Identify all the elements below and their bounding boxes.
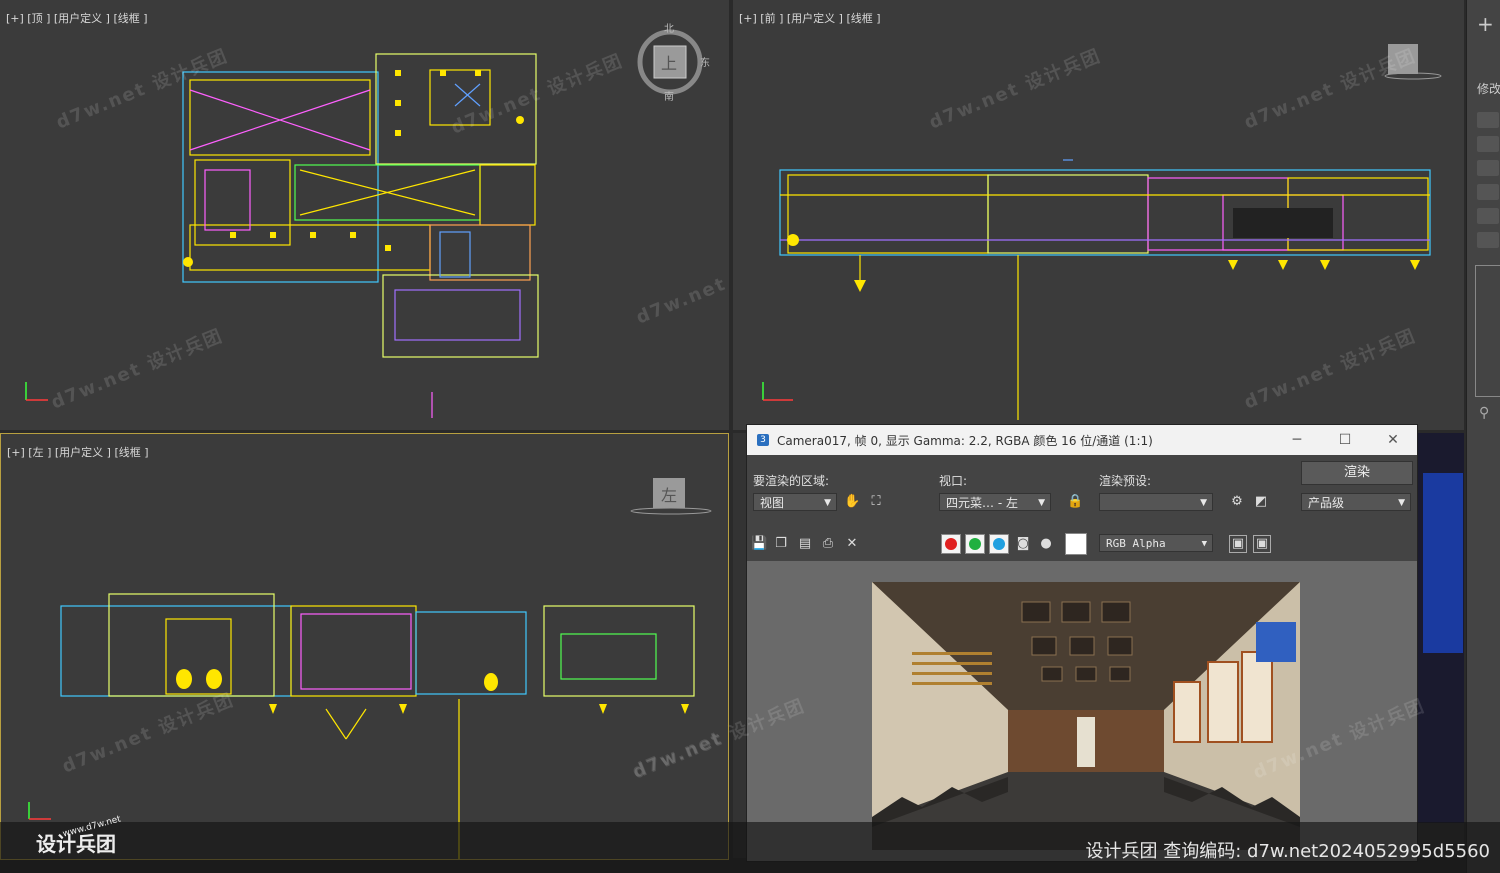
app-icon: 3: [757, 434, 769, 446]
viewport-value: 四元菜… - 左: [946, 496, 1018, 510]
area-dropdown[interactable]: 视图 ▼: [753, 493, 837, 511]
chevron-down-icon: ▼: [1038, 498, 1045, 508]
compass-north[interactable]: 北: [664, 20, 674, 35]
chevron-down-icon: ▼: [824, 498, 831, 508]
red-channel-toggle[interactable]: [941, 534, 961, 554]
close-icon[interactable]: ✕: [1369, 432, 1417, 448]
modify-tab[interactable]: 修改: [1477, 80, 1500, 97]
rendered-hall-image: [872, 582, 1300, 850]
viewport-left[interactable]: [+] [左 ] [用户定义 ] [线框 ] 左 d7w.net 设计兵团 d7…: [0, 433, 729, 860]
chevron-down-icon: ▼: [1398, 498, 1405, 508]
channel-value: RGB Alpha: [1106, 537, 1166, 550]
render-area[interactable]: [747, 561, 1417, 861]
footer-code-text: 设计兵团 查询编码: d7w.net2024052995d5560: [1085, 841, 1490, 862]
top-wireframe-plan: [25, 53, 539, 418]
viewport-front[interactable]: [+] [前 ] [用户定义 ] [线框 ] d7w.net 设计兵团 d7w.…: [733, 0, 1464, 430]
viewcube-top[interactable]: 上 北 东 南: [634, 24, 710, 103]
alpha-channel-icon[interactable]: ◙: [1015, 536, 1031, 552]
compass-east[interactable]: 东: [700, 54, 710, 69]
monochrome-icon[interactable]: ●: [1038, 536, 1054, 552]
left-wireframe-elevation: [28, 593, 695, 859]
viewport-dropdown[interactable]: 四元菜… - 左 ▼: [939, 493, 1051, 511]
viewcube-face-label[interactable]: 左: [661, 482, 677, 506]
lock-icon[interactable]: 🔒: [1067, 494, 1083, 510]
display-toggle-icon[interactable]: ▣: [1229, 535, 1247, 553]
blue-channel-toggle[interactable]: [989, 534, 1009, 554]
channel-dropdown[interactable]: RGB Alpha ▼: [1099, 534, 1213, 552]
title-bar[interactable]: 3 Camera017, 帧 0, 显示 Gamma: 2.2, RGBA 颜色…: [747, 425, 1417, 455]
auto-region-icon[interactable]: ⛶: [868, 494, 884, 510]
camera-preview-panel: [1423, 473, 1463, 653]
brand-logo: 设计兵团 www.d7w.net: [36, 814, 122, 857]
viewcube-left[interactable]: 左: [629, 476, 713, 516]
panel-list[interactable]: [1475, 265, 1500, 397]
blue-channel-icon: [993, 538, 1005, 550]
green-channel-icon: [969, 538, 981, 550]
panel-button[interactable]: [1477, 184, 1499, 200]
pin-icon[interactable]: ⚲: [1479, 405, 1489, 421]
copy-icon[interactable]: ❐: [773, 536, 789, 552]
render-setup-icon[interactable]: ⚙: [1229, 494, 1245, 510]
bottom-banner: 设计兵团 查询编码: d7w.net2024052995d5560: [0, 822, 1500, 873]
save-icon[interactable]: 💾: [751, 536, 767, 552]
panel-button[interactable]: [1477, 112, 1499, 128]
chevron-down-icon: ▼: [1201, 539, 1207, 549]
clear-icon[interactable]: ✕: [844, 536, 860, 552]
print-icon[interactable]: ⎙: [820, 536, 836, 552]
environment-icon[interactable]: ◩: [1253, 494, 1269, 510]
render-button[interactable]: 渲染: [1301, 461, 1413, 485]
quality-value: 产品级: [1308, 496, 1345, 510]
area-label: 要渲染的区域:: [753, 474, 830, 488]
compass-south[interactable]: 南: [664, 88, 674, 103]
front-wireframe-elevation: [762, 159, 1431, 420]
chevron-down-icon: ▼: [1200, 498, 1207, 508]
rendered-image: [872, 582, 1300, 850]
clone-window-icon[interactable]: ▤: [797, 536, 813, 552]
area-value: 视图: [760, 496, 785, 510]
preset-label: 渲染预设:: [1099, 474, 1152, 488]
viewport-label: 视口:: [939, 474, 968, 488]
viewcube-icon: [1384, 44, 1442, 80]
minimize-icon[interactable]: ─: [1273, 432, 1321, 448]
panel-button[interactable]: [1477, 160, 1499, 176]
command-panel[interactable]: + 修改 ⚲: [1466, 0, 1500, 873]
panel-button[interactable]: [1477, 208, 1499, 224]
preset-dropdown[interactable]: ▼: [1099, 493, 1213, 511]
red-channel-icon: [945, 538, 957, 550]
window-title: Camera017, 帧 0, 显示 Gamma: 2.2, RGBA 颜色 1…: [777, 433, 1153, 448]
render-frame-window[interactable]: 3 Camera017, 帧 0, 显示 Gamma: 2.2, RGBA 颜色…: [630, 424, 1428, 862]
add-icon[interactable]: +: [1477, 12, 1494, 36]
green-channel-toggle[interactable]: [965, 534, 985, 554]
frame-buffer-icon[interactable]: ▣: [1253, 535, 1271, 553]
viewcube-front[interactable]: [1383, 42, 1443, 82]
edit-region-icon[interactable]: ✋: [844, 494, 860, 510]
color-swatch[interactable]: [1065, 533, 1087, 555]
viewport-top[interactable]: [+] [顶 ] [用户定义 ] [线框 ] 上 北 东 南 d7w.net 设…: [0, 0, 729, 430]
panel-button[interactable]: [1477, 232, 1499, 248]
viewcube-face-label[interactable]: 上: [661, 50, 677, 74]
quality-dropdown[interactable]: 产品级 ▼: [1301, 493, 1411, 511]
maximize-icon[interactable]: ☐: [1321, 432, 1369, 448]
panel-button[interactable]: [1477, 136, 1499, 152]
